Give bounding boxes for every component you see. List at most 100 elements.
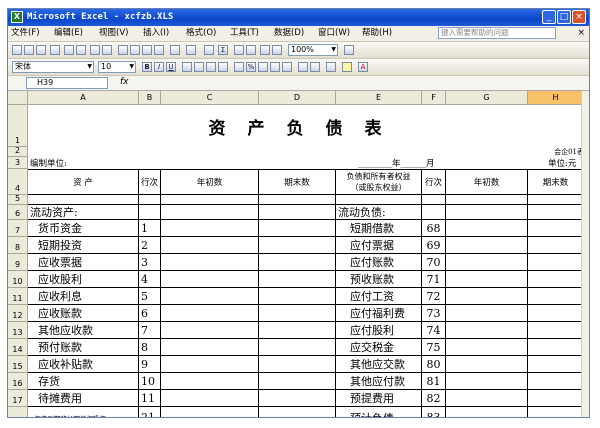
cell-a[interactable]: 应收利息 — [28, 288, 139, 305]
cell-c[interactable] — [161, 237, 259, 254]
align-right-icon[interactable] — [206, 62, 216, 72]
vertical-scrollbar[interactable] — [581, 91, 589, 417]
cell-f[interactable]: 83 — [422, 407, 446, 417]
font-color-icon[interactable]: A — [358, 62, 368, 72]
cell-g[interactable] — [446, 373, 528, 390]
undo-icon[interactable] — [170, 45, 180, 55]
row-header[interactable]: 17 — [8, 390, 28, 407]
merge-center-icon[interactable] — [218, 62, 228, 72]
cell-b[interactable]: 11 — [139, 390, 161, 407]
cell-e[interactable]: 预收账款 — [336, 271, 422, 288]
column-header-c[interactable]: C — [161, 91, 259, 105]
row-header[interactable]: 5 — [8, 194, 28, 205]
cell-h[interactable] — [528, 271, 584, 288]
cell-a[interactable]: 应收股利 — [28, 271, 139, 288]
row-header[interactable]: 11 — [8, 288, 28, 305]
worksheet-grid[interactable]: A B C D E F G H 1 2 3 4 5 6 7 8 9 10 11 … — [8, 91, 584, 417]
cell-c[interactable] — [161, 288, 259, 305]
cell-d[interactable] — [259, 373, 336, 390]
hyperlink-icon[interactable] — [204, 45, 214, 55]
excel-app-icon[interactable]: X — [11, 11, 23, 23]
close-workbook-icon[interactable]: × — [577, 28, 585, 39]
cell-h[interactable] — [528, 322, 584, 339]
cell-c[interactable] — [161, 271, 259, 288]
cell-c[interactable] — [161, 390, 259, 407]
cut-icon[interactable] — [118, 45, 128, 55]
cell-a[interactable]: 应收补贴款 — [28, 356, 139, 373]
row-header[interactable]: 14 — [8, 339, 28, 356]
sort-ascending-icon[interactable] — [234, 45, 244, 55]
cell-e[interactable]: 应交税金 — [336, 339, 422, 356]
increase-decimal-icon[interactable] — [270, 62, 280, 72]
menu-edit[interactable]: 编辑(E) — [54, 28, 83, 39]
help-search-input[interactable]: 键入需要帮助的问题 — [438, 27, 556, 39]
cell-a[interactable]: 流动资产: — [28, 205, 139, 220]
percent-button[interactable]: % — [246, 62, 256, 72]
underline-button[interactable]: U — [166, 62, 176, 72]
column-header-h[interactable]: H — [528, 91, 584, 105]
cell-e[interactable]: 流动负债: — [336, 205, 422, 220]
cell-b[interactable]: 2 — [139, 237, 161, 254]
cell-e[interactable]: 其他应付款 — [336, 373, 422, 390]
cell-h[interactable] — [528, 390, 584, 407]
paste-icon[interactable] — [142, 45, 152, 55]
row-header[interactable]: 2 — [8, 146, 28, 157]
column-header-b[interactable]: B — [139, 91, 161, 105]
cell-d[interactable] — [259, 288, 336, 305]
save-icon[interactable] — [36, 45, 46, 55]
cell-f[interactable]: 71 — [422, 271, 446, 288]
cell-h[interactable] — [528, 373, 584, 390]
cell-g[interactable] — [446, 390, 528, 407]
cell-g[interactable] — [446, 356, 528, 373]
cell-f[interactable]: 80 — [422, 356, 446, 373]
font-size-select[interactable]: 10 ▼ — [98, 61, 136, 73]
column-header-d[interactable]: D — [259, 91, 336, 105]
cell-h[interactable] — [528, 220, 584, 237]
cell-h[interactable] — [528, 288, 584, 305]
select-all-corner[interactable] — [8, 91, 28, 105]
function-icon[interactable]: fx — [120, 77, 129, 87]
format-painter-icon[interactable] — [154, 45, 164, 55]
row-header[interactable]: 3 — [8, 157, 28, 169]
align-left-icon[interactable] — [182, 62, 192, 72]
cell-c[interactable] — [161, 373, 259, 390]
cell-a[interactable]: 应收票据 — [28, 254, 139, 271]
row-header[interactable]: 12 — [8, 305, 28, 322]
cell-b[interactable]: 5 — [139, 288, 161, 305]
bold-button[interactable]: B — [142, 62, 152, 72]
cell-d[interactable] — [259, 205, 336, 220]
cell-a[interactable]: 应收账款 — [28, 305, 139, 322]
cell-h[interactable] — [528, 339, 584, 356]
cell-h[interactable] — [528, 254, 584, 271]
cell-d[interactable] — [259, 322, 336, 339]
cell-c[interactable] — [161, 339, 259, 356]
row-header[interactable]: 13 — [8, 322, 28, 339]
cell-a[interactable]: 其他应收款 — [28, 322, 139, 339]
cell-f[interactable]: 73 — [422, 305, 446, 322]
cell-g[interactable] — [446, 220, 528, 237]
help-icon[interactable] — [344, 45, 354, 55]
cell-h[interactable] — [528, 407, 584, 417]
copy-icon[interactable] — [130, 45, 140, 55]
cell-d[interactable] — [259, 237, 336, 254]
cell-c[interactable] — [161, 220, 259, 237]
cell-a[interactable]: 预付账款 — [28, 339, 139, 356]
cell-f[interactable]: 68 — [422, 220, 446, 237]
row-header[interactable]: 9 — [8, 254, 28, 271]
cell-a[interactable]: 一年内到期的长期债权投资 — [28, 407, 139, 417]
borders-icon[interactable] — [326, 62, 336, 72]
cell-e[interactable]: 应付票据 — [336, 237, 422, 254]
italic-button[interactable]: I — [154, 62, 164, 72]
cell-a[interactable]: 存货 — [28, 373, 139, 390]
cell-e[interactable]: 应付工资 — [336, 288, 422, 305]
decrease-indent-icon[interactable] — [298, 62, 308, 72]
cell-g[interactable] — [446, 205, 528, 220]
cell-f[interactable]: 72 — [422, 288, 446, 305]
cell-c[interactable] — [161, 356, 259, 373]
cell-b[interactable]: 9 — [139, 356, 161, 373]
increase-indent-icon[interactable] — [310, 62, 320, 72]
cell-g[interactable] — [446, 237, 528, 254]
title-bar[interactable]: X Microsoft Excel - xcfzb.XLS _ □ × — [8, 9, 589, 26]
cell-g[interactable] — [446, 254, 528, 271]
cell-b[interactable]: 1 — [139, 220, 161, 237]
